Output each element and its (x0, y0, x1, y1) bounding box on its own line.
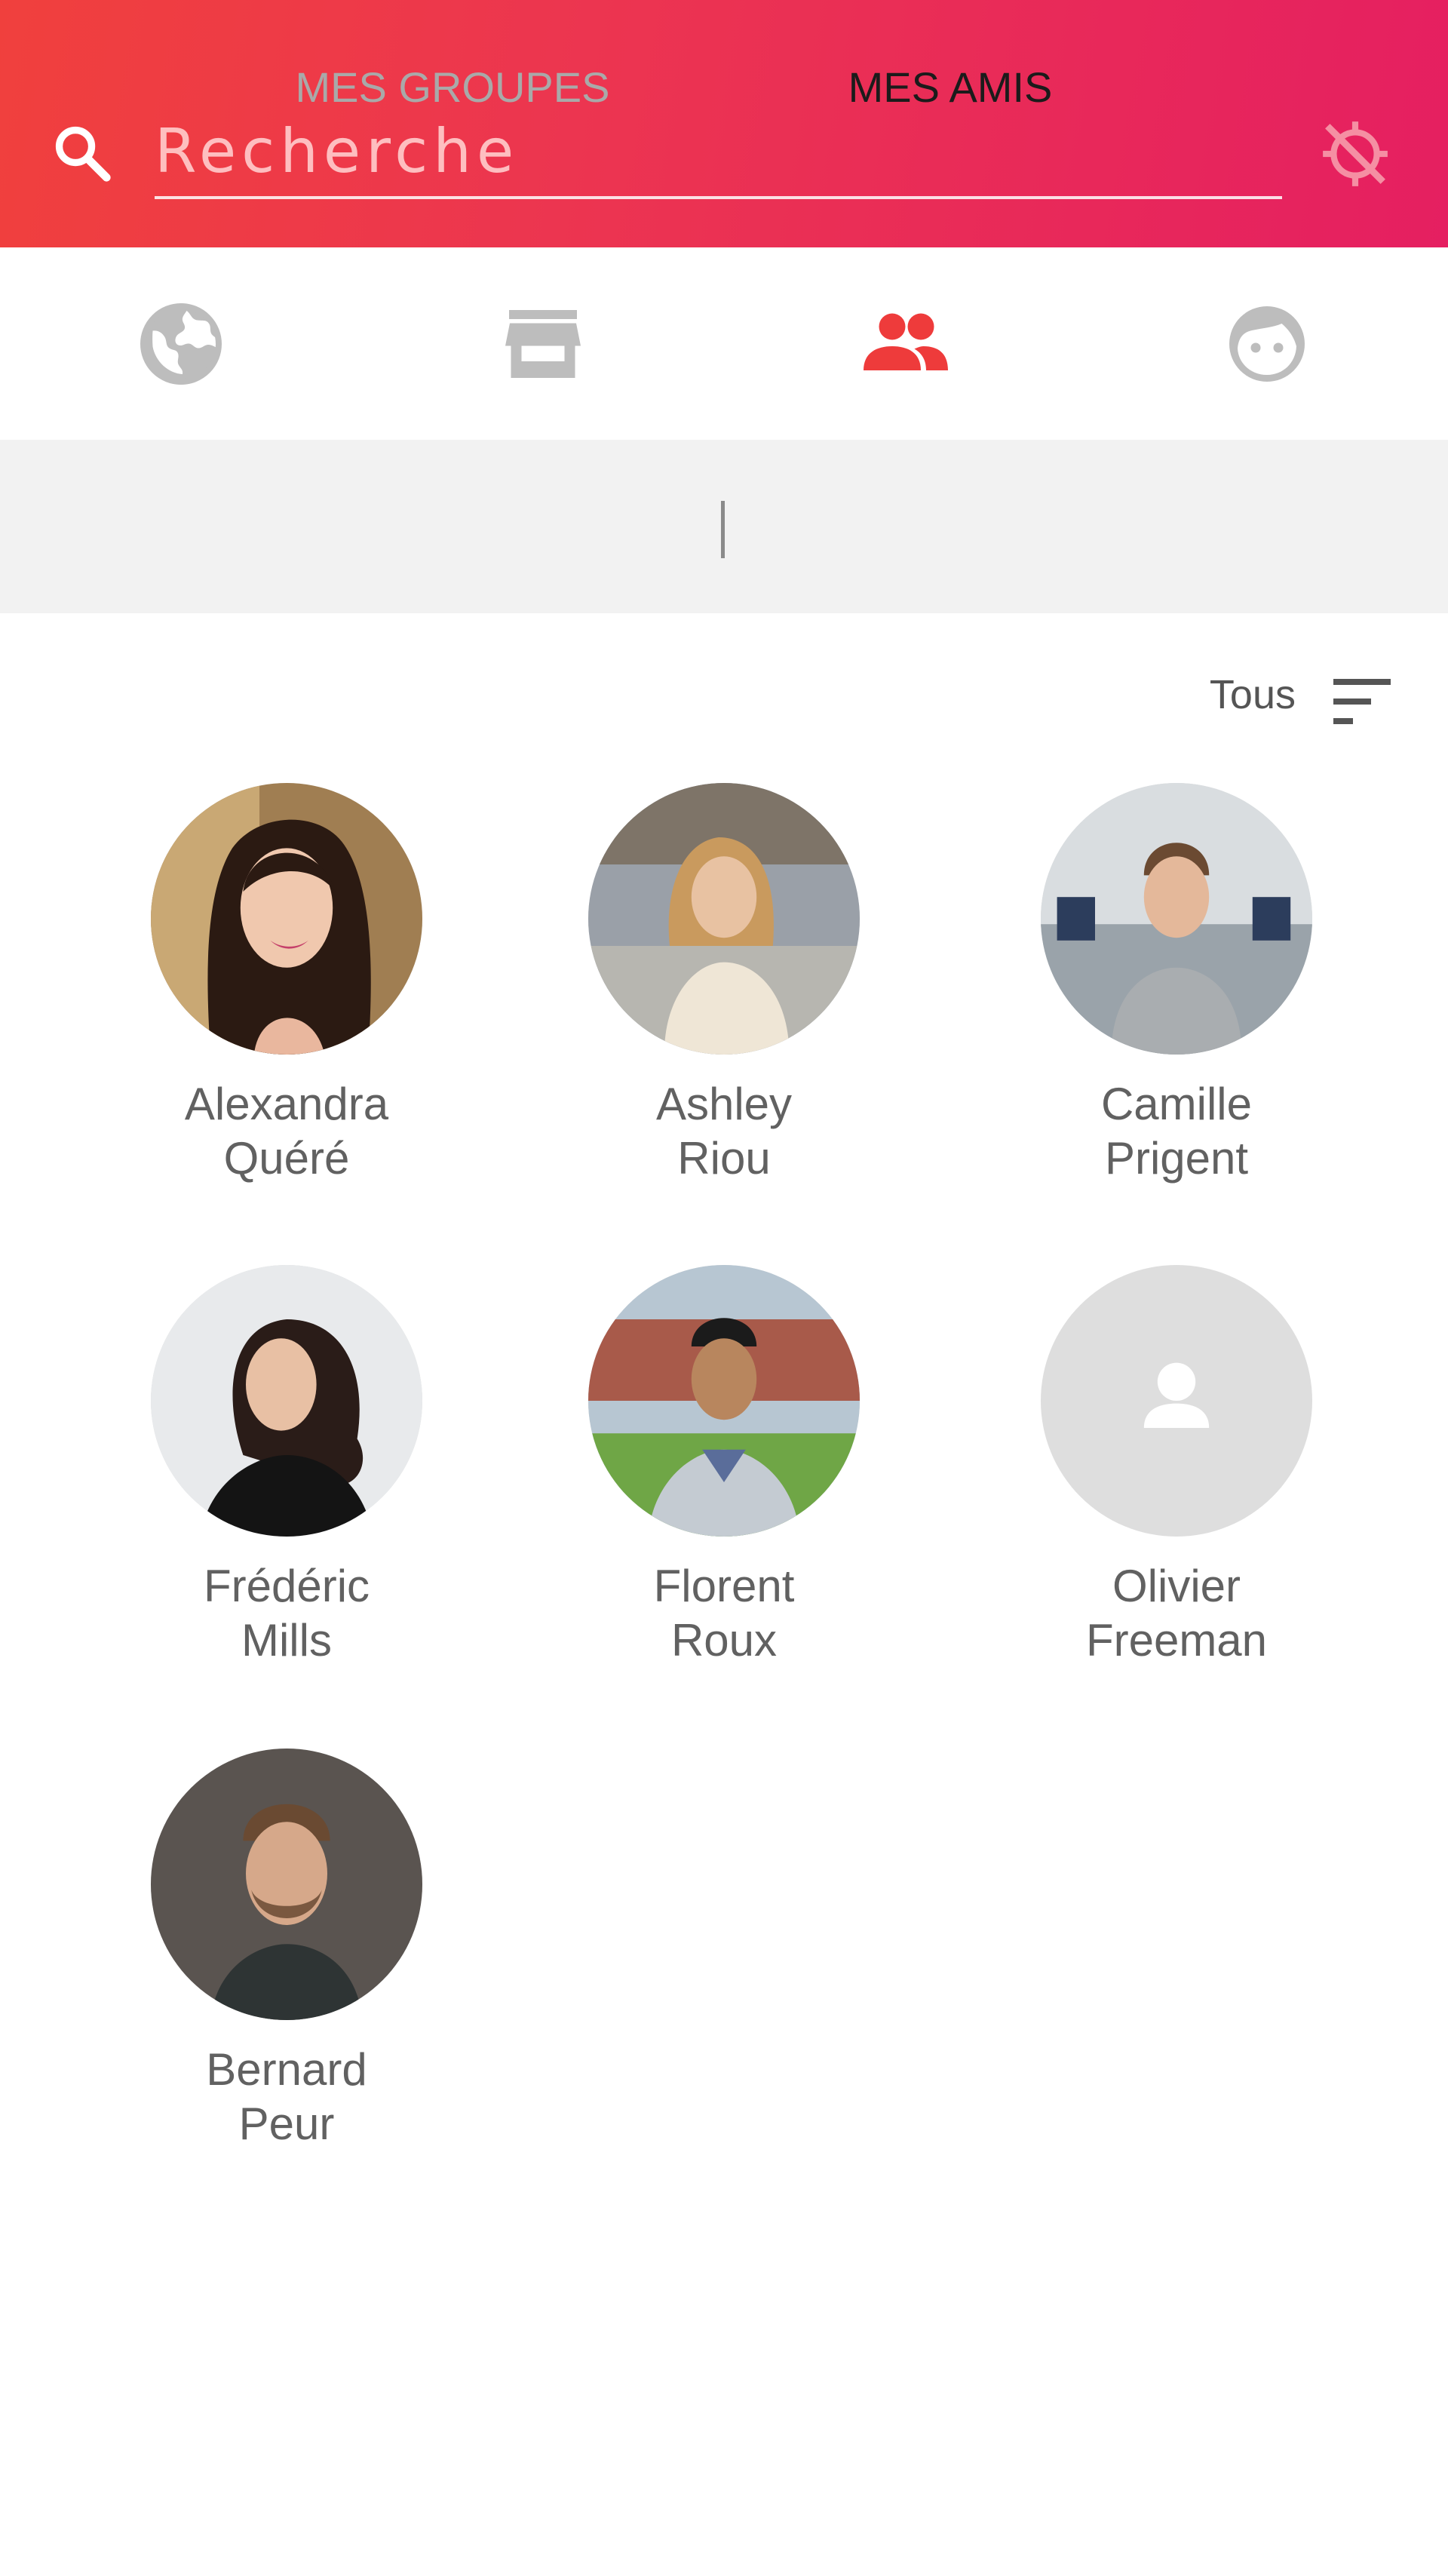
person-icon (1143, 1362, 1210, 1428)
search-icon[interactable] (50, 121, 115, 186)
bottom-category-nav (0, 247, 1448, 440)
friend-name: Ashley Riou (655, 1079, 793, 1184)
friend-name: Alexandra Quéré (184, 1079, 389, 1184)
friend-name: Olivier Freeman (1085, 1561, 1268, 1666)
avatar (588, 1265, 860, 1537)
friend-card[interactable]: Frédéric Mills (75, 1265, 498, 1687)
avatar (588, 783, 860, 1055)
avatar (1041, 783, 1312, 1055)
globe-icon (140, 302, 222, 385)
friend-name: Bernard Peur (206, 2044, 367, 2149)
friend-card[interactable]: Camille Prigent (965, 783, 1388, 1205)
nav-item-store[interactable] (362, 247, 724, 440)
friend-card[interactable]: Bernard Peur (75, 1749, 498, 2171)
friend-name: Florent Roux (653, 1561, 795, 1666)
nav-item-world[interactable] (0, 247, 362, 440)
friend-card[interactable]: Ashley Riou (513, 783, 935, 1205)
store-icon (505, 309, 581, 378)
friend-card[interactable]: Olivier Freeman (965, 1265, 1388, 1687)
avatar (151, 783, 422, 1055)
nav-item-profile[interactable] (1086, 247, 1448, 440)
segment-my-groups[interactable]: MES GROUPES (272, 0, 634, 173)
avatar (151, 1749, 422, 2020)
friend-name: Frédéric Mills (203, 1561, 370, 1666)
avatar-placeholder (1041, 1265, 1312, 1537)
face-icon (1229, 305, 1305, 382)
app-header (0, 0, 1448, 247)
segment-my-friends[interactable]: MES AMIS (754, 0, 1146, 173)
friend-card[interactable]: Florent Roux (513, 1265, 935, 1687)
people-icon (864, 313, 948, 370)
nav-item-friends[interactable] (724, 247, 1086, 440)
segment-divider (721, 501, 725, 558)
friend-name: Camille Prigent (1100, 1079, 1253, 1184)
friend-card[interactable]: Alexandra Quéré (75, 783, 498, 1205)
avatar (151, 1265, 422, 1537)
filter-label[interactable]: Tous (1210, 671, 1296, 718)
sort-icon[interactable] (1333, 679, 1391, 724)
location-off-icon[interactable] (1318, 117, 1392, 191)
